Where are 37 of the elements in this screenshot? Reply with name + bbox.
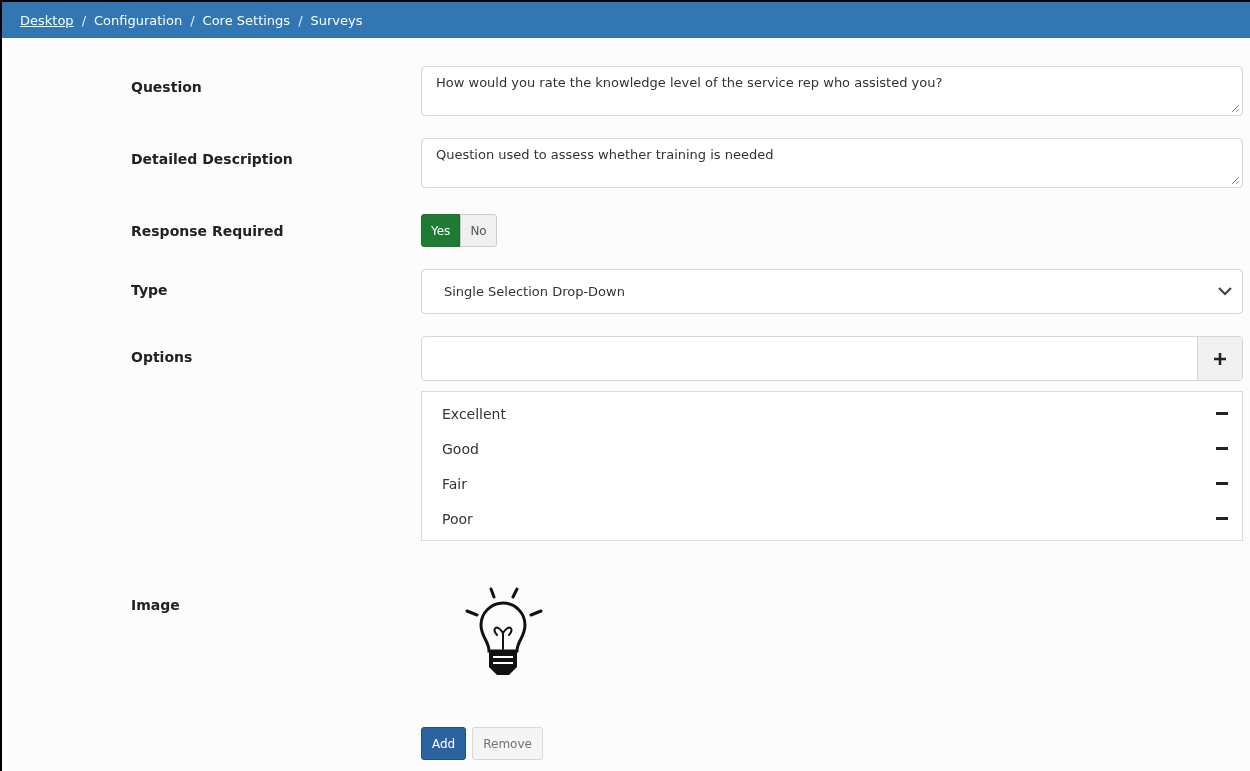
chevron-down-icon [1218, 287, 1232, 296]
option-input-field[interactable] [421, 336, 1243, 381]
breadcrumb-separator: / [80, 12, 87, 28]
field-label: Detailed Description [131, 150, 294, 169]
minus-icon [1216, 412, 1228, 415]
option-item[interactable]: Fair [442, 475, 467, 492]
plus-icon [1214, 352, 1226, 365]
remove-option-button[interactable] [1216, 412, 1228, 415]
field-label: Options [131, 348, 194, 367]
breadcrumb-item: Surveys [310, 12, 363, 28]
add-button[interactable]: Add [421, 727, 467, 760]
field-label: Type [131, 281, 169, 300]
remove-option-button[interactable] [1216, 447, 1228, 450]
toggle-option[interactable]: Yes [421, 214, 461, 247]
toggle-option[interactable]: No [460, 214, 497, 247]
breadcrumb-item: Core Settings [202, 12, 291, 28]
option-item[interactable]: Good [442, 440, 479, 457]
option-item[interactable]: Excellent [442, 405, 506, 422]
resize-handle-icon[interactable] [1231, 104, 1239, 112]
minus-icon [1216, 482, 1228, 485]
field-label: Response Required [131, 222, 285, 241]
resize-handle-icon[interactable] [1231, 176, 1239, 184]
minus-icon [1216, 447, 1228, 450]
breadcrumb-separator: / [297, 12, 304, 28]
field-label: Question [131, 78, 203, 97]
type-dropdown[interactable]: Single Selection Drop-Down [421, 269, 1243, 314]
description-field[interactable]: Question used to assess whether training is needed [421, 138, 1243, 188]
question-field[interactable]: How would you rate the knowledge level of the service rep who assisted you? [421, 66, 1243, 116]
add-option-button[interactable] [1197, 337, 1242, 380]
option-item[interactable]: Poor [442, 510, 473, 527]
remove-option-button[interactable] [1216, 517, 1228, 520]
breadcrumb-link[interactable]: Desktop [20, 12, 74, 28]
remove-option-button[interactable] [1216, 482, 1228, 485]
breadcrumb-separator: / [189, 12, 196, 28]
breadcrumb-item: Configuration [94, 12, 183, 28]
minus-icon [1216, 517, 1228, 520]
field-label: Image [131, 596, 181, 615]
